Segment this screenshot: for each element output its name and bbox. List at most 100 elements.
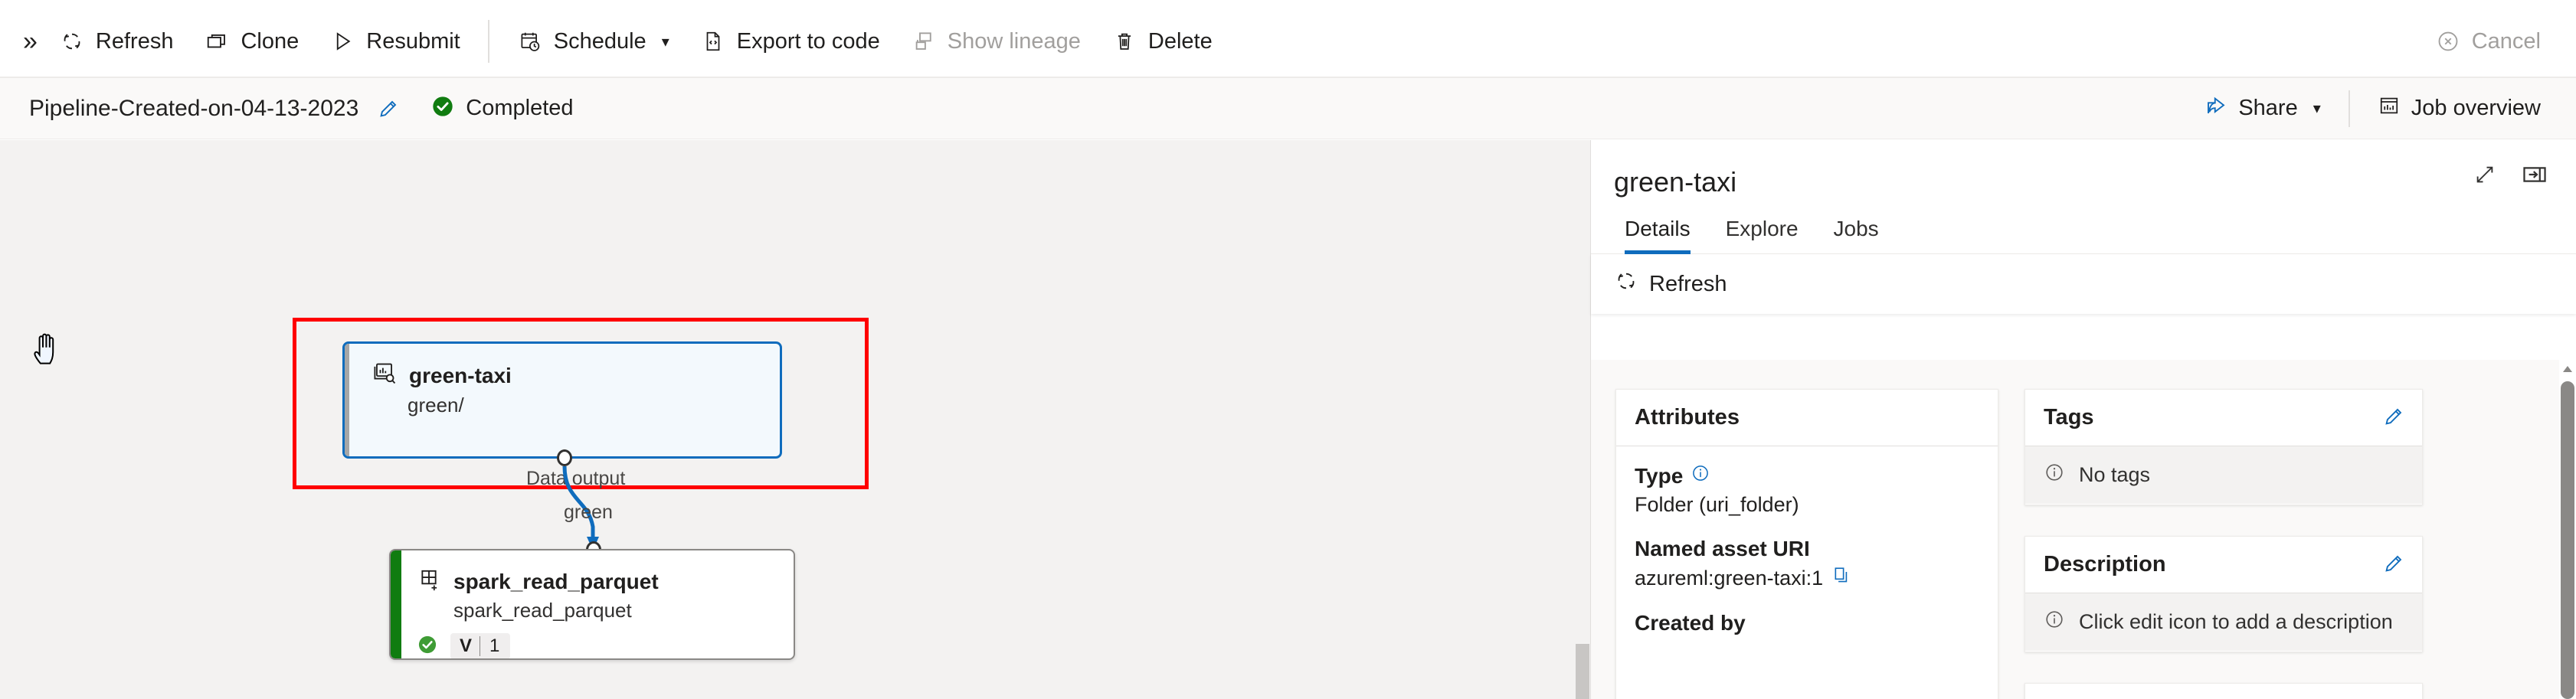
share-button[interactable]: Share ▾ [2188,87,2337,131]
panel-column-right: Tags No tags Description Click edit icon… [2024,389,2423,699]
description-empty-text: Click edit icon to add a description [2079,610,2393,633]
code-file-icon [700,28,726,54]
job-overview-button[interactable]: Job overview [2361,87,2558,131]
commandbar-divider-1 [487,20,489,63]
version-badge: V 1 [450,633,511,658]
lineage-icon [911,28,937,54]
panel-header-actions [2473,163,2547,186]
panel-title: green-taxi [1614,166,1737,198]
dataset-search-icon [372,361,398,390]
pencil-icon[interactable] [2382,405,2405,428]
node-accent-bar [345,344,349,456]
export-to-code-button[interactable]: Export to code [685,17,895,66]
next-card-stub [2024,683,2423,699]
check-circle-icon [430,94,455,122]
pipeline-canvas[interactable]: green-taxi green/ Data output green spar… [0,140,1590,699]
cancel-label: Cancel [2471,28,2541,54]
description-card: Description Click edit icon to add a des… [2024,536,2423,652]
node-subtitle: spark_read_parquet [453,599,632,622]
pencil-icon[interactable] [2382,552,2405,575]
clone-button[interactable]: Clone [188,17,314,66]
tab-details[interactable]: Details [1614,217,1701,254]
attribute-row-created-by: Created by [1635,611,1979,635]
info-icon[interactable] [1691,463,1710,488]
status-label: Completed [466,96,574,120]
panel-toolbar: Refresh [1591,254,2576,314]
refresh-icon [59,28,85,54]
resubmit-button[interactable]: Resubmit [314,17,476,66]
tags-empty-state: No tags [2025,446,2422,504]
expand-commandbar-button[interactable]: » [17,28,44,54]
resubmit-label: Resubmit [366,28,460,54]
attributes-card-header: Attributes [1616,390,1998,446]
delete-button[interactable]: Delete [1096,17,1228,66]
attribute-label-text: Created by [1635,611,1746,635]
command-bar: » Refresh Clone Resubmit Schedule ▾ Expo… [0,6,2576,78]
node-subtitle: green/ [408,394,464,416]
attribute-value-row: azureml:green-taxi:1 [1635,566,1979,591]
attribute-label: Created by [1635,611,1979,635]
canvas-scrollbar-thumb[interactable] [1576,644,1589,699]
scroll-up-icon[interactable] [2561,361,2574,377]
refresh-label: Refresh [95,28,174,54]
refresh-button[interactable]: Refresh [44,17,189,66]
node-accent-bar [391,550,401,658]
panel-refresh-button[interactable]: Refresh [1614,269,1727,299]
pencil-icon[interactable] [377,97,400,120]
version-value: 1 [489,635,500,656]
attribute-label-text: Named asset URI [1635,537,1810,560]
refresh-icon [1614,269,1638,299]
check-circle-icon [417,634,438,659]
delete-label: Delete [1147,28,1213,54]
attributes-title: Attributes [1635,405,1740,430]
share-label: Share [2238,96,2298,120]
attributes-card: Attributes Type Folder (uri_folder) Name… [1615,389,1998,699]
output-port-label: Data output [526,468,626,489]
chevron-down-icon: ▾ [661,33,669,51]
info-icon [2044,609,2065,635]
chart-report-icon [2378,94,2401,123]
node-output-port[interactable] [557,449,572,466]
tags-card-header: Tags [2025,390,2422,446]
title-bar-actions: Share ▾ Job overview [2188,87,2558,131]
play-icon [329,28,355,54]
status-badge: Completed [430,94,574,122]
info-icon [2044,462,2065,488]
attribute-label-text: Type [1635,463,1684,488]
node-header: spark_read_parquet [391,550,794,596]
title-bar: Pipeline-Created-on-04-13-2023 Completed [0,78,2576,139]
command-bar-right: Cancel [2420,17,2576,66]
node-title: spark_read_parquet [453,569,659,593]
description-card-header: Description [2025,537,2422,593]
export-to-code-label: Export to code [736,28,880,54]
collapse-panel-icon[interactable] [2522,163,2547,186]
hand-cursor [32,332,63,371]
show-lineage-label: Show lineage [947,28,1081,54]
clone-label: Clone [241,28,299,54]
schedule-button[interactable]: Schedule ▾ [502,17,685,66]
app-root: » Refresh Clone Resubmit Schedule ▾ Expo… [0,0,2576,699]
cancel-button: Cancel [2420,17,2556,66]
pipeline-node-green-taxi[interactable]: green-taxi green/ [342,341,782,459]
clone-icon [204,28,230,54]
share-icon [2204,94,2227,123]
attribute-value: Folder (uri_folder) [1635,493,1799,516]
pipeline-node-spark-read-parquet[interactable]: spark_read_parquet spark_read_parquet V … [389,549,795,660]
page-title: Pipeline-Created-on-04-13-2023 [29,95,359,121]
attributes-card-body: Type Folder (uri_folder) Named asset URI… [1616,446,1998,675]
description-empty-state: Click edit icon to add a description [2025,593,2422,651]
panel-vertical-scrollbar[interactable] [2559,360,2576,699]
expand-diagonal-icon[interactable] [2473,163,2496,186]
show-lineage-button: Show lineage [895,17,1096,66]
edge-label: green [564,501,613,523]
panel-column-left: Attributes Type Folder (uri_folder) Name… [1615,389,1998,699]
chevron-down-icon: ▾ [2313,100,2321,117]
tab-jobs[interactable]: Jobs [1823,217,1890,253]
tab-explore[interactable]: Explore [1715,217,1809,253]
copy-icon[interactable] [1832,566,1852,591]
job-overview-label: Job overview [2411,96,2541,120]
panel-header: green-taxi [1591,140,2576,198]
canvas-vertical-scrollbar[interactable] [1575,140,1590,699]
title-bar-divider [2348,90,2350,127]
panel-scrollbar-thumb[interactable] [2561,381,2574,699]
